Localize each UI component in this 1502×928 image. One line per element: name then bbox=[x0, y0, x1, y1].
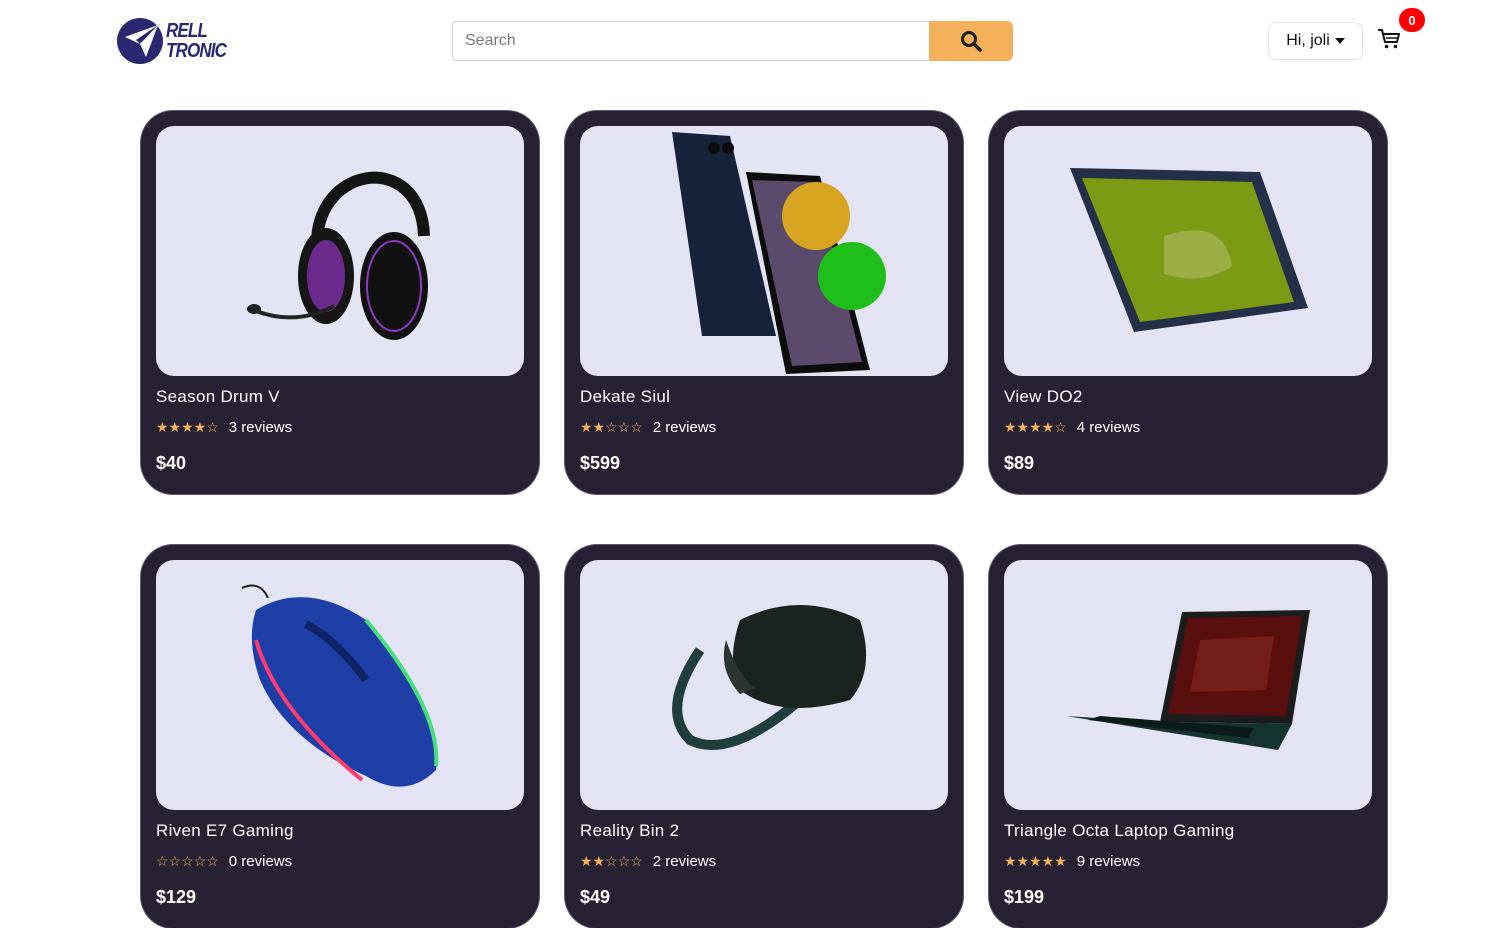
review-count: 0 reviews bbox=[228, 853, 293, 870]
brand-logo[interactable]: RELL TRONIC bbox=[116, 17, 237, 65]
review-count: 3 reviews bbox=[228, 419, 293, 436]
brand-name-line2: TRONIC bbox=[166, 40, 227, 62]
review-count: 4 reviews bbox=[1076, 419, 1141, 436]
product-price: $599 bbox=[580, 453, 621, 473]
product-image[interactable] bbox=[1004, 126, 1372, 376]
review-count: 2 reviews bbox=[652, 419, 717, 436]
star-rating-icon: ★★☆☆☆ bbox=[580, 419, 643, 435]
gaming-mouse-image bbox=[241, 584, 439, 787]
star-rating-icon: ★★★★★ bbox=[1004, 853, 1067, 869]
product-card[interactable]: Reality Bin 2 ★★☆☆☆ 2 reviews $49 bbox=[565, 545, 963, 928]
product-name[interactable]: Triangle Octa Laptop Gaming bbox=[1004, 821, 1234, 841]
vr-headset-image bbox=[672, 605, 867, 750]
user-greeting: Hi, joli bbox=[1286, 32, 1330, 49]
product-rating: ★★☆☆☆ 2 reviews bbox=[580, 419, 716, 436]
product-name[interactable]: Season Drum V bbox=[156, 387, 280, 407]
product-name[interactable]: Reality Bin 2 bbox=[580, 821, 679, 841]
product-price: $49 bbox=[580, 887, 611, 907]
brand-name: RELL TRONIC bbox=[166, 21, 237, 61]
product-rating: ★★★★☆ 4 reviews bbox=[1004, 419, 1140, 436]
product-image[interactable] bbox=[1004, 560, 1372, 810]
product-rating: ★★☆☆☆ 2 reviews bbox=[580, 853, 716, 870]
caret-down-icon bbox=[1334, 38, 1345, 44]
product-card[interactable]: Triangle Octa Laptop Gaming ★★★★★ 9 revi… bbox=[989, 545, 1387, 928]
product-name[interactable]: View DO2 bbox=[1004, 387, 1083, 407]
product-image[interactable] bbox=[580, 560, 948, 810]
shopping-cart-icon[interactable] bbox=[1376, 26, 1402, 52]
review-count: 9 reviews bbox=[1076, 853, 1141, 870]
product-card[interactable]: View DO2 ★★★★☆ 4 reviews $89 bbox=[989, 111, 1387, 494]
product-name[interactable]: Riven E7 Gaming bbox=[156, 821, 294, 841]
product-price: $89 bbox=[1004, 453, 1035, 473]
search-input[interactable] bbox=[452, 21, 929, 61]
search-bar bbox=[452, 21, 1013, 61]
top-header: RELL TRONIC Hi, joli 0 bbox=[0, 0, 1502, 80]
product-price: $40 bbox=[156, 453, 187, 473]
product-card[interactable]: Dekate Siul ★★☆☆☆ 2 reviews $599 bbox=[565, 111, 963, 494]
product-image[interactable] bbox=[156, 560, 524, 810]
product-image[interactable] bbox=[580, 126, 948, 376]
product-rating: ☆☆☆☆☆ 0 reviews bbox=[156, 853, 292, 870]
product-rating: ★★★★★ 9 reviews bbox=[1004, 853, 1140, 870]
paper-plane-logo-icon bbox=[117, 18, 163, 64]
product-card[interactable]: Season Drum V ★★★★☆ 3 reviews $40 bbox=[141, 111, 539, 494]
search-button[interactable] bbox=[929, 21, 1013, 61]
star-rating-icon: ★★☆☆☆ bbox=[580, 853, 643, 869]
star-rating-icon: ★★★★☆ bbox=[156, 419, 219, 435]
laptop-image bbox=[1066, 610, 1310, 750]
product-price: $129 bbox=[156, 887, 197, 907]
star-rating-icon: ☆☆☆☆☆ bbox=[156, 853, 219, 869]
product-card[interactable]: Riven E7 Gaming ☆☆☆☆☆ 0 reviews $129 bbox=[141, 545, 539, 928]
smartphone-image bbox=[672, 132, 886, 374]
review-count: 2 reviews bbox=[652, 853, 717, 870]
tablet-image bbox=[1070, 168, 1308, 332]
headphones-image bbox=[247, 171, 430, 340]
star-rating-icon: ★★★★☆ bbox=[1004, 419, 1067, 435]
search-icon bbox=[961, 31, 982, 52]
product-image[interactable] bbox=[156, 126, 524, 376]
cart-count-badge: 0 bbox=[1399, 8, 1425, 32]
product-name[interactable]: Dekate Siul bbox=[580, 387, 670, 407]
product-rating: ★★★★☆ 3 reviews bbox=[156, 419, 292, 436]
product-price: $199 bbox=[1004, 887, 1045, 907]
user-menu-dropdown[interactable]: Hi, joli bbox=[1268, 22, 1363, 60]
brand-name-line1: RELL bbox=[166, 20, 208, 42]
